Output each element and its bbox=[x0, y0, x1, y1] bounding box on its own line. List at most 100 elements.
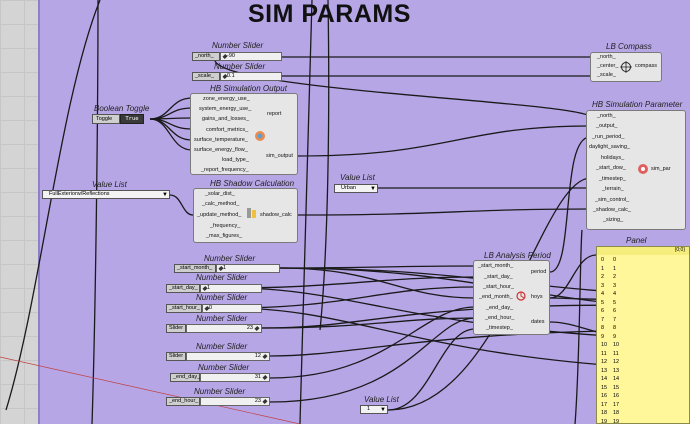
analysis-period-output-period[interactable]: period bbox=[531, 269, 546, 275]
slider-12-label: Slider bbox=[166, 352, 186, 361]
output-panel[interactable]: {0;0} 0 0 1 1 2 2 3 3 4 4 5 5 6 6 7 7 8 8 9 9 10 10 11 11 12 12 13… bbox=[596, 246, 690, 424]
panel-row-value: 4 bbox=[613, 291, 617, 297]
compass-input-scale[interactable]: _scale_ bbox=[597, 72, 616, 78]
analysis-period-input[interactable]: _start_month_ bbox=[478, 263, 513, 269]
start-month-slider-bar[interactable]: 1 bbox=[216, 264, 280, 273]
lb-compass-component[interactable]: _north_ _center_ _scale_ compass bbox=[590, 52, 662, 82]
panel-row-value: 3 bbox=[613, 282, 617, 289]
shadow-value-list[interactable]: FullExteriorw/Reflections ▼ bbox=[42, 190, 170, 199]
hb-shadow-calculation-component[interactable]: _solar_dist_ _calc_method_ _update_metho… bbox=[193, 188, 298, 243]
analysis-period-input[interactable]: _end_day_ bbox=[486, 305, 513, 311]
sim-par-input[interactable]: daylight_saving_ bbox=[589, 144, 630, 150]
end-hour-slider[interactable]: _end_hour_ 23 bbox=[166, 397, 270, 406]
panel-row-index: 15 bbox=[601, 384, 608, 391]
analysis-period-input[interactable]: _end_month_ bbox=[479, 294, 513, 300]
compass-input-north[interactable]: _north_ bbox=[597, 54, 616, 60]
scale-slider-bar[interactable]: 0.1 bbox=[220, 72, 282, 81]
sim-output-input[interactable]: surface_energy_flow_ bbox=[194, 147, 248, 153]
north-slider[interactable]: _north_ -90 bbox=[192, 52, 282, 61]
end-hour-slider-bar[interactable]: 23 bbox=[200, 397, 270, 406]
start-hour-slider-bar[interactable]: 0 bbox=[202, 304, 262, 313]
sim-output-caption: HB Simulation Output bbox=[210, 84, 287, 93]
end-day-slider[interactable]: _end_day_ 31 bbox=[170, 373, 270, 382]
start-hour-slider[interactable]: _start_hour_ 0 bbox=[166, 304, 262, 313]
slider-caption: Number Slider bbox=[196, 342, 248, 351]
analysis-period-output-dates[interactable]: dates bbox=[531, 319, 544, 325]
grasshopper-canvas[interactable]: SIM PARAMS Number Slider _north_ -90 Num… bbox=[0, 0, 690, 424]
sim-par-input[interactable]: _output_ bbox=[596, 123, 617, 129]
slider-23[interactable]: Slider 23 bbox=[166, 324, 262, 333]
slider-12-bar[interactable]: 12 bbox=[186, 352, 270, 361]
shadow-calc-input[interactable]: _solar_dist_ bbox=[205, 191, 235, 197]
page-title: SIM PARAMS bbox=[248, 0, 411, 28]
analysis-period-input[interactable]: _start_day_ bbox=[484, 274, 513, 280]
terrain-value-list[interactable]: Urban ▼ bbox=[334, 184, 378, 193]
sim-par-input[interactable]: holidays_ bbox=[601, 155, 624, 161]
sim-par-icon bbox=[638, 164, 648, 174]
panel-row-value: 17 bbox=[613, 401, 620, 408]
sim-par-input[interactable]: _terrain_ bbox=[602, 186, 624, 192]
north-slider-bar[interactable]: -90 bbox=[220, 52, 282, 61]
analysis-period-input[interactable]: _timestep_ bbox=[486, 325, 513, 331]
dropdown-arrow-icon[interactable]: ▼ bbox=[370, 186, 376, 192]
analysis-period-input[interactable]: _start_hour_ bbox=[483, 284, 514, 290]
dropdown-arrow-icon[interactable]: ▼ bbox=[162, 192, 168, 198]
hb-simulation-output-component[interactable]: zone_energy_use_ system_energy_use_ gain… bbox=[190, 93, 298, 175]
sim-par-output[interactable]: sim_par bbox=[651, 166, 671, 172]
sim-output-report[interactable]: report bbox=[267, 111, 281, 117]
toggle-value[interactable]: True bbox=[120, 114, 144, 124]
shadow-calc-output[interactable]: shadow_calc bbox=[260, 212, 292, 218]
panel-row-value: 15 bbox=[613, 384, 620, 391]
panel-row-index: 10 bbox=[601, 342, 608, 348]
sim-par-input[interactable]: _sim_control_ bbox=[595, 197, 629, 203]
panel-row-index: 3 bbox=[601, 282, 605, 289]
hb-simulation-parameter-component[interactable]: _north_ _output_ _run_period_ daylight_s… bbox=[586, 110, 686, 230]
panel-row-index: 18 bbox=[601, 410, 608, 416]
sim-output-input[interactable]: zone_energy_use_ bbox=[203, 96, 250, 102]
compass-output-compass[interactable]: compass bbox=[635, 63, 657, 69]
panel-row-value: 0 bbox=[613, 257, 617, 263]
shadow-calc-input[interactable]: _update_method_ bbox=[197, 212, 241, 218]
timestep-value-list[interactable]: 1 ▼ bbox=[360, 405, 388, 414]
sim-output-input[interactable]: system_energy_use_ bbox=[199, 106, 251, 112]
end-day-slider-bar[interactable]: 31 bbox=[200, 373, 270, 382]
panel-row-index: 6 bbox=[601, 308, 605, 314]
sim-output-input[interactable]: surface_temperature_ bbox=[194, 137, 248, 143]
sim-output-input[interactable]: gains_and_losses_ bbox=[202, 116, 249, 122]
slider-12[interactable]: Slider 12 bbox=[166, 352, 270, 361]
panel-row: 16 16 bbox=[601, 393, 657, 400]
dropdown-arrow-icon[interactable]: ▼ bbox=[380, 407, 386, 413]
start-day-slider-bar[interactable]: 1 bbox=[200, 284, 262, 293]
analysis-period-output-hoys[interactable]: hoys bbox=[531, 294, 543, 300]
sim-par-input[interactable]: _run_period_ bbox=[592, 134, 624, 140]
panel-row-index: 1 bbox=[601, 265, 605, 272]
scale-slider[interactable]: _scale_ 0.1 bbox=[192, 72, 282, 81]
panel-row-index: 4 bbox=[601, 291, 605, 297]
value-list-caption: Value List bbox=[340, 173, 375, 182]
compass-input-center[interactable]: _center_ bbox=[597, 63, 618, 69]
panel-row-value: 6 bbox=[613, 308, 617, 314]
sim-output-input[interactable]: load_type_ bbox=[222, 157, 249, 163]
panel-row-value: 5 bbox=[613, 299, 617, 306]
panel-row-index: 11 bbox=[601, 350, 607, 357]
sim-par-input[interactable]: _sizing_ bbox=[603, 217, 623, 223]
sim-par-input[interactable]: _north_ bbox=[597, 113, 616, 119]
sim-output-sim-output[interactable]: sim_output bbox=[266, 153, 293, 159]
lb-analysis-period-component[interactable]: _start_month_ _start_day_ _start_hour_ _… bbox=[473, 260, 550, 335]
shadow-calc-input[interactable]: _max_figures_ bbox=[206, 233, 242, 239]
panel-row-index: 2 bbox=[601, 274, 605, 280]
sim-output-input[interactable]: _report_frequency_ bbox=[201, 167, 249, 173]
panel-row-value: 9 bbox=[613, 333, 617, 340]
shadow-calc-input[interactable]: _calc_method_ bbox=[202, 201, 239, 207]
sim-par-input[interactable]: _timestep_ bbox=[599, 176, 626, 182]
sim-par-input[interactable]: _start_dow_ bbox=[596, 165, 626, 171]
analysis-period-input[interactable]: _end_hour_ bbox=[485, 315, 514, 321]
sim-output-input[interactable]: comfort_metrics_ bbox=[206, 127, 248, 133]
start-month-slider[interactable]: _start_month_ 1 bbox=[174, 264, 280, 273]
slider-23-bar[interactable]: 23 bbox=[186, 324, 262, 333]
sim-par-input[interactable]: _shadow_calc_ bbox=[593, 207, 631, 213]
start-day-slider[interactable]: _start_day_ 1 bbox=[166, 284, 262, 293]
panel-row: 88 bbox=[601, 325, 657, 332]
shadow-calc-caption: HB Shadow Calculation bbox=[210, 179, 295, 188]
shadow-calc-input[interactable]: _frequency_ bbox=[210, 223, 240, 229]
